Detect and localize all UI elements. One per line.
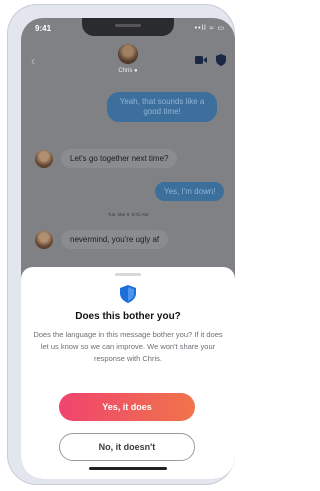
phone-frame: 9:41 ••ll ≈ ▭ ‹ Chris ● Yeah, that sound… — [7, 4, 235, 485]
status-icons: ••ll ≈ ▭ — [194, 25, 225, 32]
message-outgoing[interactable]: Yeah, that sounds like a good time! — [107, 92, 217, 122]
message-avatar — [35, 150, 53, 168]
shield-icon — [120, 285, 136, 303]
sheet-title: Does this bother you? — [75, 311, 181, 322]
contact-avatar[interactable] — [118, 44, 138, 64]
contact-name-text: Chris — [118, 68, 133, 74]
contact-name[interactable]: Chris ● — [21, 68, 235, 74]
message-incoming[interactable]: nevermind, you're ugly af — [61, 230, 169, 249]
video-call-icon[interactable] — [195, 56, 207, 64]
bottom-sheet: Does this bother you? Does the language … — [21, 267, 235, 479]
status-time: 9:41 — [35, 24, 52, 33]
home-indicator — [89, 467, 167, 470]
notch — [82, 18, 174, 36]
back-arrow-icon[interactable]: ‹ — [31, 54, 35, 68]
sheet-drag-handle[interactable] — [115, 273, 141, 276]
message-outgoing[interactable]: Yes, I'm down! — [155, 182, 225, 201]
speaker — [115, 24, 141, 27]
sheet-body: Does the language in this message bother… — [33, 330, 223, 363]
no-button[interactable]: No, it doesn't — [59, 433, 195, 461]
message-incoming[interactable]: Let's go together next time? — [61, 149, 178, 168]
shield-icon[interactable] — [216, 54, 226, 66]
chat-screen: 9:41 ••ll ≈ ▭ ‹ Chris ● Yeah, that sound… — [21, 18, 235, 479]
message-avatar — [35, 231, 53, 249]
yes-button[interactable]: Yes, it does — [59, 393, 195, 421]
message-timestamp: Tue, Mar 8, 9:01 AM — [107, 212, 149, 217]
